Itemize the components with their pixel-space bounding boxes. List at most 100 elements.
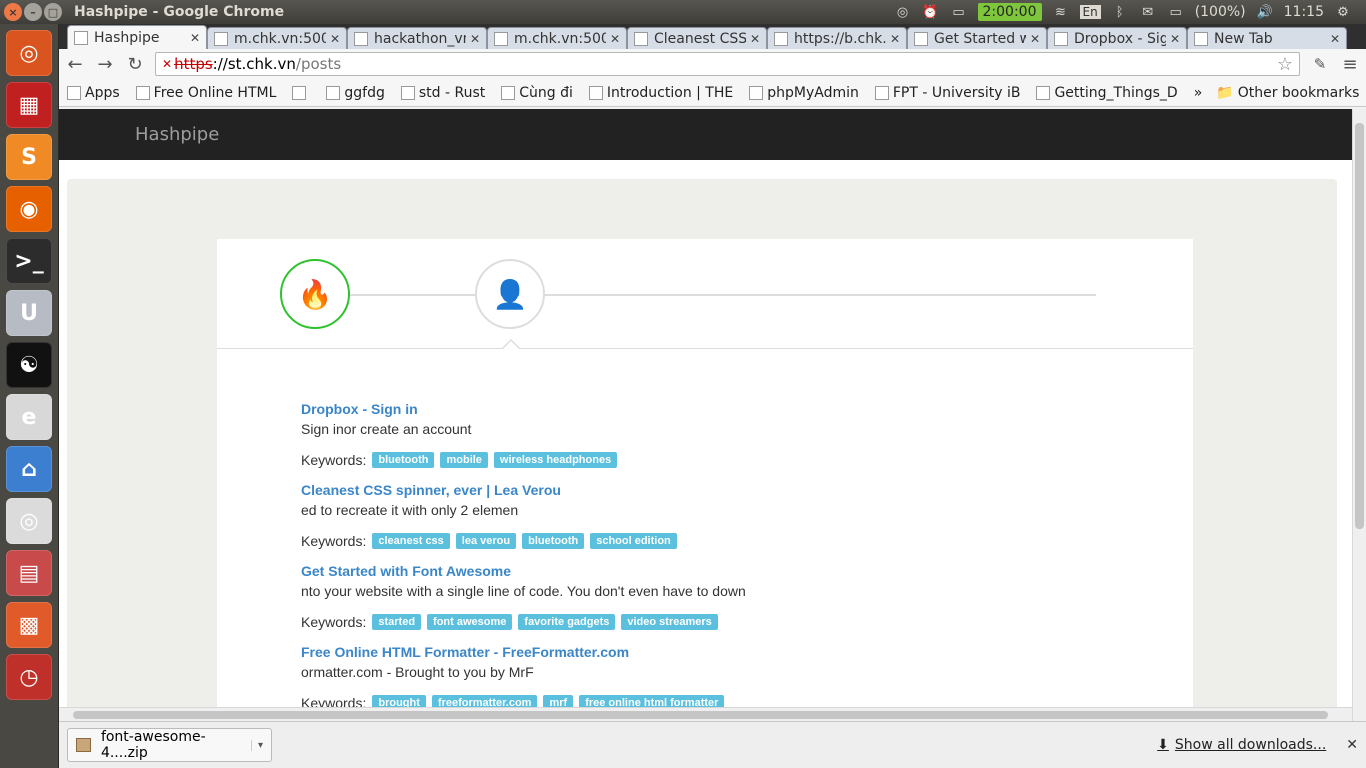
browser-tab[interactable]: Cleanest CSS ✕ [627,27,767,49]
tab-close-icon[interactable]: ✕ [750,32,760,46]
keyboard-language[interactable]: En [1079,5,1101,19]
close-downloads-bar-icon[interactable]: ✕ [1346,737,1358,753]
keyword-badge[interactable]: school edition [590,533,677,549]
keyword-badge[interactable]: cleanest css [372,533,450,549]
clock-app-icon[interactable]: ◷ [6,654,52,700]
bookmark-item[interactable] [292,85,310,100]
chrome-indicator-icon[interactable]: ◎ [894,4,912,20]
bookmark-star-icon[interactable]: ☆ [1277,54,1293,75]
download-menu-icon[interactable]: ▾ [250,739,263,751]
post-title-link[interactable]: Get Started with Font Awesome [301,561,1101,581]
show-all-downloads-link[interactable]: ⬇ Show all downloads... [1157,737,1326,753]
close-window-button[interactable]: × [4,3,22,21]
insecure-lock-icon[interactable]: ✕ [162,57,172,71]
software-center-icon[interactable]: ▩ [6,602,52,648]
step-fire[interactable]: 🔥 [280,259,350,329]
forward-arrow-icon[interactable]: → [95,54,115,75]
mail-icon[interactable]: ✉ [1139,4,1157,20]
sublime-text-icon[interactable]: S [6,134,52,180]
power-gear-icon[interactable]: ⚙ [1334,4,1352,20]
maximize-window-button[interactable]: □ [44,3,62,21]
writer-icon[interactable]: U [6,290,52,336]
bookmarks-overflow-chevron-icon[interactable]: » [1194,85,1203,101]
tab-close-icon[interactable]: ✕ [1330,32,1340,46]
bookmark-favicon-icon [292,85,307,100]
browser-tab[interactable]: Hashpipe ✕ [67,25,207,49]
chrome-icon[interactable]: ◎ [6,498,52,544]
address-bar[interactable]: ✕ https ://st.chk.vn /posts ☆ [155,52,1300,76]
battery-icon[interactable]: ▭ [1167,4,1185,20]
post-title-link[interactable]: Dropbox - Sign in [301,399,1101,419]
ubuntu-dash-icon[interactable]: ◎ [6,30,52,76]
other-bookmarks-folder[interactable]: 📁 Other bookmarks [1216,85,1359,101]
keyword-badge[interactable]: lea verou [455,533,517,549]
bookmark-item[interactable]: FPT - University iB [874,85,1020,101]
timer-indicator[interactable]: 2:00:00 [977,3,1042,21]
browser-tab[interactable]: m.chk.vn:5000 ✕ [207,27,347,49]
keyword-badge[interactable]: bluetooth [372,452,435,468]
alarm-clock-icon[interactable]: ⏰ [922,4,940,20]
keywords-label: Keywords: [301,452,367,468]
firefox-icon[interactable]: ◉ [6,186,52,232]
step-user[interactable]: 👤 [475,259,545,329]
download-item[interactable]: font-awesome-4....zip ▾ [67,728,272,762]
vertical-scrollbar[interactable] [1352,109,1366,731]
home-folder-icon[interactable]: ⌂ [6,446,52,492]
horizontal-scrollbar[interactable] [59,707,1352,721]
bookmark-item[interactable]: phpMyAdmin [749,85,859,101]
keyword-badge[interactable]: video streamers [621,614,718,630]
tab-close-icon[interactable]: ✕ [190,31,200,45]
file-cabinet-icon[interactable]: ▤ [6,550,52,596]
clock[interactable]: 11:15 [1284,4,1324,20]
bookmark-item[interactable]: Introduction | THE [588,85,733,101]
bluetooth-icon[interactable]: ᛒ [1111,4,1129,20]
post-title-link[interactable]: Cleanest CSS spinner, ever | Lea Verou [301,480,1101,500]
pdf-reader-icon[interactable]: e [6,394,52,440]
tab-favicon-icon [634,31,648,46]
browser-window: Hashpipe✕m.chk.vn:5000✕hackathon_vn✕m.ch… [59,24,1366,768]
volume-icon[interactable]: 🔊 [1256,4,1274,20]
post-title-link[interactable]: Free Online HTML Formatter - FreeFormatt… [301,642,1101,662]
back-arrow-icon[interactable]: ← [65,54,85,75]
tab-favicon-icon [74,30,88,45]
yin-yang-icon[interactable]: ☯ [6,342,52,388]
minimize-window-button[interactable]: – [24,3,42,21]
browser-tab[interactable]: Dropbox - Sig ✕ [1047,27,1187,49]
keyword-badge[interactable]: wireless headphones [493,452,618,468]
bookmark-item[interactable]: Getting_Things_D [1036,85,1178,101]
bookmark-favicon-icon [749,85,764,100]
bookmark-item[interactable]: std - Rust [400,85,485,101]
keyword-badge[interactable]: font awesome [427,614,513,630]
terminal-icon[interactable]: >_ [6,238,52,284]
bookmark-item[interactable]: Free Online HTML [135,85,276,101]
reload-icon[interactable]: ↻ [125,54,145,75]
bookmark-item[interactable]: ggfdg [326,85,385,101]
browser-tab[interactable]: hackathon_vn ✕ [347,27,487,49]
battery-small-icon[interactable]: ▭ [950,4,968,20]
bookmark-item[interactable]: Apps [67,85,120,101]
tab-close-icon[interactable]: ✕ [610,32,620,46]
horizontal-scroll-thumb[interactable] [73,711,1328,719]
browser-tab[interactable]: https://b.chk. ✕ [767,27,907,49]
keyword-badge[interactable]: mobile [440,452,488,468]
browser-tab[interactable]: m.chk.vn:5000 ✕ [487,27,627,49]
bookmark-favicon-icon [400,85,415,100]
keyword-badge[interactable]: started [372,614,422,630]
bookmark-item[interactable]: Cùng đi [501,85,573,101]
tab-close-icon[interactable]: ✕ [890,32,900,46]
chrome-menu-icon[interactable]: ≡ [1340,54,1360,75]
keyword-badge[interactable]: favorite gadgets [518,614,616,630]
wifi-icon[interactable]: ≋ [1052,4,1070,20]
browser-tab[interactable]: Get Started w ✕ [907,27,1047,49]
bookmark-label: phpMyAdmin [767,84,859,101]
browser-tab[interactable]: New Tab ✕ [1187,27,1347,49]
tab-close-icon[interactable]: ✕ [330,32,340,46]
tab-close-icon[interactable]: ✕ [1170,32,1180,46]
extension-icon[interactable]: ✎ [1310,54,1330,74]
vertical-scroll-thumb[interactable] [1355,123,1364,529]
keyword-badge[interactable]: bluetooth [522,533,585,549]
site-brand[interactable]: Hashpipe [135,124,219,145]
tab-close-icon[interactable]: ✕ [1030,32,1040,46]
workspace-switcher-icon[interactable]: ▦ [6,82,52,128]
tab-close-icon[interactable]: ✕ [470,32,480,46]
